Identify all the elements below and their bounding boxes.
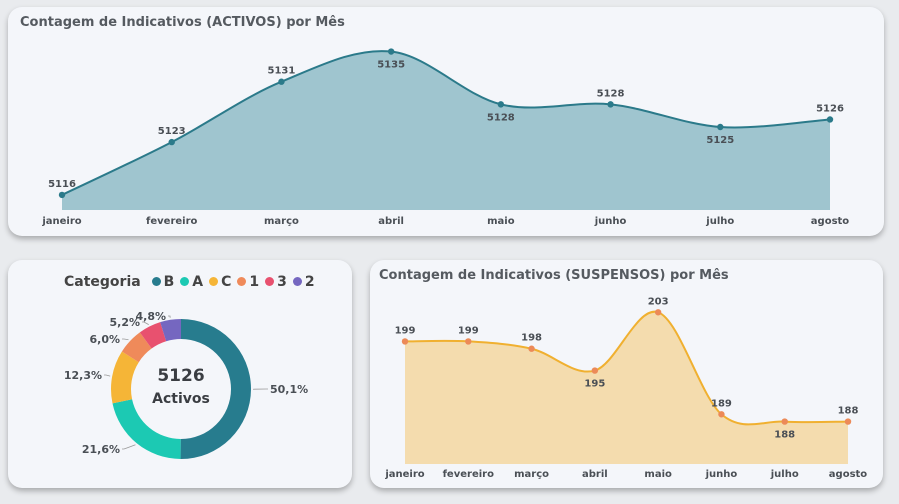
suspensos-x-tick-label: março — [514, 469, 549, 480]
activos-data-label: 5128 — [597, 88, 625, 99]
suspensos-x-tick-label: janeiro — [384, 469, 424, 480]
suspensos-data-label: 203 — [648, 296, 669, 307]
suspensos-data-label: 199 — [395, 325, 416, 336]
activos-data-point — [497, 101, 505, 108]
activos-x-tick-label: junho — [594, 216, 627, 227]
suspensos-data-point — [465, 338, 472, 345]
activos-x-tick-label: janeiro — [41, 216, 81, 227]
donut-center-value: 5126 — [157, 366, 205, 386]
activos-data-label: 5125 — [706, 135, 734, 146]
activos-x-tick-label: julho — [705, 216, 734, 227]
activos-x-tick-label: maio — [487, 216, 515, 227]
activos-data-point — [278, 78, 285, 85]
donut-slice-label: 50,1% — [270, 383, 308, 396]
suspensos-data-point — [718, 411, 725, 418]
suspensos-x-tick-label: agosto — [829, 469, 868, 480]
activos-x-tick-label: fevereiro — [146, 216, 198, 227]
activos-x-tick-label: abril — [378, 216, 404, 227]
suspensos-data-point — [844, 418, 852, 425]
activos-data-label: 5131 — [268, 66, 296, 77]
donut-leader-line — [122, 338, 129, 341]
donut-leader-line — [122, 444, 136, 450]
suspensos-x-tick-label: maio — [644, 469, 672, 480]
activos-data-point — [168, 138, 175, 146]
donut-slice-B — [180, 319, 252, 459]
suspensos-data-label: 188 — [838, 406, 859, 417]
activos-data-label: 5116 — [48, 179, 76, 190]
suspensos-x-tick-label: junho — [705, 469, 738, 480]
suspensos-data-point — [654, 309, 662, 316]
activos-data-point — [717, 123, 724, 131]
suspensos-data-point — [401, 338, 409, 345]
activos-data-label: 5128 — [487, 112, 515, 123]
activos-data-point — [826, 116, 834, 123]
suspensos-data-point — [528, 345, 535, 352]
categoria-donut-card: Categoria BAC132 50,1% 21,6% 12,3% 6,0% 5,2%… — [8, 260, 352, 488]
activos-data-point — [607, 101, 614, 108]
activos-area-chart: 5116 janeiro 5123 fevereiro 5131 março 5135 abr… — [41, 48, 850, 227]
donut-slice-label: 12,3% — [64, 369, 102, 382]
suspensos-data-label: 195 — [584, 379, 605, 390]
suspensos-data-point — [591, 367, 599, 374]
activos-x-tick-label: agosto — [811, 216, 850, 227]
activos-data-point — [58, 191, 66, 199]
suspensos-x-tick-label: fevereiro — [443, 469, 495, 480]
donut-center-label: Activos — [152, 391, 210, 407]
activos-data-label: 5123 — [158, 126, 186, 137]
suspensos-x-tick-label: julho — [770, 469, 799, 480]
suspensos-area-chart: 199 janeiro 199 fevereiro 198 março 195 abril 20… — [384, 296, 868, 480]
suspensos-data-label: 199 — [458, 325, 479, 336]
suspensos-x-tick-label: abril — [582, 469, 608, 480]
donut-slice-A — [112, 399, 181, 459]
activos-data-point — [387, 48, 395, 55]
activos-chart-card: Contagem de Indicativos (ACTIVOS) por Mê… — [8, 7, 884, 236]
donut-slice-label: 4,8% — [135, 310, 166, 323]
activos-data-label: 5126 — [816, 103, 844, 114]
activos-data-label: 5135 — [377, 60, 405, 71]
suspensos-data-point — [781, 418, 788, 425]
donut-leader-line — [104, 374, 111, 377]
suspensos-chart-card: Contagem de Indicativos (SUSPENSOS) por … — [370, 260, 883, 488]
suspensos-data-label: 188 — [774, 430, 795, 441]
donut-slice-label: 6,0% — [89, 333, 120, 346]
suspensos-data-label: 198 — [521, 333, 542, 344]
donut-slice-label: 21,6% — [82, 443, 120, 456]
activos-x-tick-label: março — [264, 216, 299, 227]
suspensos-data-label: 189 — [711, 398, 732, 409]
donut-leader-line — [168, 315, 171, 318]
